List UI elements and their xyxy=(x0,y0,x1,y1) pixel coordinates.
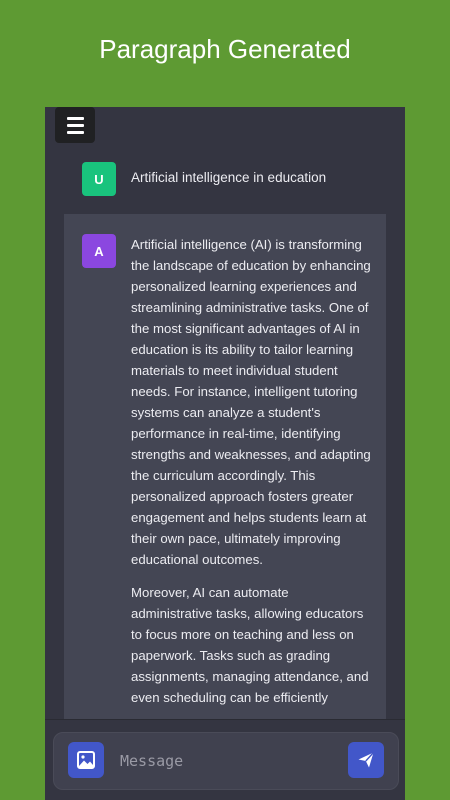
send-button[interactable] xyxy=(348,742,384,778)
image-button[interactable] xyxy=(68,742,104,778)
ai-paragraph: Artificial intelligence (AI) is transfor… xyxy=(131,237,371,567)
ai-message: A Artificial intelligence (AI) is transf… xyxy=(64,214,386,734)
page-title: Paragraph Generated xyxy=(99,34,351,64)
hamburger-icon-line xyxy=(66,116,84,120)
send-icon xyxy=(358,752,375,768)
ai-message-text: Artificial intelligence (AI) is transfor… xyxy=(131,234,371,720)
ai-paragraph: Moreover, AI can automate administrative… xyxy=(131,585,369,705)
image-icon xyxy=(77,751,95,769)
menu-button[interactable] xyxy=(55,107,95,143)
message-input[interactable] xyxy=(118,743,322,779)
hamburger-icon-line xyxy=(66,130,84,134)
hamburger-icon-line xyxy=(66,123,84,127)
user-avatar: U xyxy=(82,162,116,196)
ai-avatar: A xyxy=(82,234,116,268)
user-message-text: Artificial intelligence in education xyxy=(131,170,327,185)
chat-screen: U Artificial intelligence in education A… xyxy=(45,107,405,800)
composer xyxy=(53,732,399,790)
composer-bar xyxy=(45,719,405,800)
